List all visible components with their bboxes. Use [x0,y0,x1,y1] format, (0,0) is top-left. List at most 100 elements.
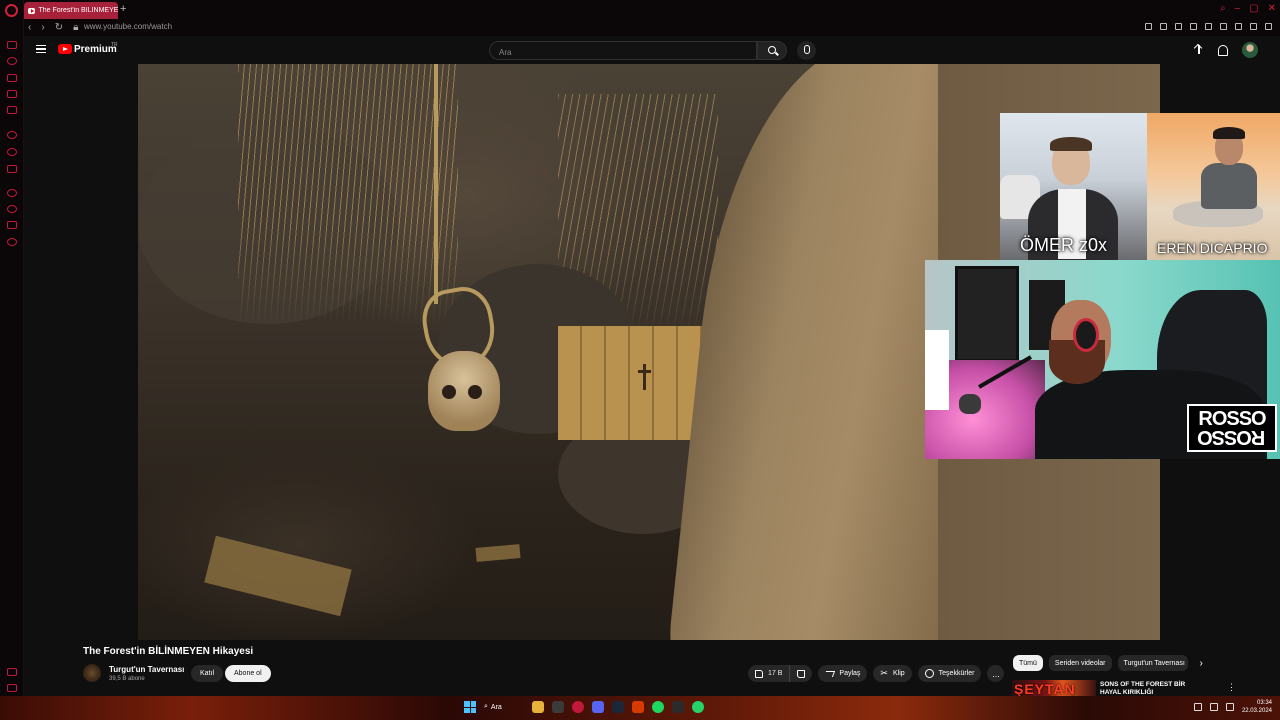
subscribe-button[interactable]: Abone ol [225,665,271,682]
minimize-icon[interactable]: – [1235,3,1241,14]
chevron-right-icon[interactable]: › [1200,658,1203,669]
lock-icon[interactable]: 🔒︎ [73,22,78,33]
download-icon[interactable] [1250,23,1257,30]
heart-icon[interactable] [7,221,17,229]
reload-icon[interactable]: ↻ [55,22,63,33]
history-icon[interactable] [7,148,17,156]
chip-series[interactable]: Seriden videolar [1048,655,1112,671]
windows-start-icon[interactable] [464,701,476,713]
more-actions-button[interactable]: ... [987,665,1005,682]
recommended-video[interactable]: ŞEYTAN SONS OF THE FOREST BİR HAYAL KIRI… [1012,680,1280,696]
steam-icon[interactable] [612,701,624,713]
opera-icon[interactable] [572,701,584,713]
voice-search-icon[interactable] [797,41,816,60]
new-tab-button[interactable]: + [120,3,126,15]
search-input[interactable] [490,44,756,61]
webcam-omer: ÖMER z0x [1000,113,1147,260]
notifications-icon[interactable] [1218,44,1228,56]
messenger-icon[interactable] [7,41,17,49]
app-icon[interactable] [672,701,684,713]
extensions-icon[interactable] [1220,23,1227,30]
microphone [959,394,981,414]
whatsapp-icon[interactable] [7,57,17,65]
search-button[interactable] [757,41,787,60]
office-icon[interactable] [632,701,644,713]
whatsapp-icon[interactable] [692,701,704,713]
logo-text-bottom: ROSSO [1198,426,1266,448]
tray-chevron-icon[interactable] [1193,703,1202,711]
url-field[interactable]: www.youtube.com/watch [84,22,172,31]
discord-icon[interactable] [592,701,604,713]
action-bar: 17 B Paylaş ✂ Klip Teşekkürler ... [748,665,1005,682]
menu-icon[interactable] [36,45,46,53]
scene-roots [238,64,458,324]
youtube-logo-icon[interactable] [58,44,72,54]
share-button[interactable]: Paylaş [818,665,868,682]
tab-youtube[interactable]: The Forest'in BİLİNMEYEN [24,2,118,19]
back-icon[interactable]: ‹ [28,22,31,33]
scene-paper [475,544,521,562]
more-vert-icon[interactable]: ⋮ [1227,682,1236,693]
channel-avatar[interactable] [83,664,101,682]
clock[interactable]: 03:34 22.03.2024 [1242,699,1272,715]
share-label: Paylaş [839,670,861,677]
settings-icon[interactable] [7,238,17,246]
thanks-button[interactable]: Teşekkürler [917,665,982,682]
clock-time: 03:34 [1256,700,1272,706]
play-icon[interactable] [1190,23,1197,30]
recommended-title[interactable]: SONS OF THE FOREST BİR HAYAL KIRIKLIĞI [1100,681,1200,697]
forward-icon[interactable]: › [41,22,44,33]
youtube-favicon-icon [28,7,36,14]
clock-icon[interactable] [7,205,17,213]
headset [1073,318,1099,352]
menu-icon[interactable] [1265,23,1272,30]
like-count: 17 B [768,670,783,677]
dislike-button[interactable] [790,665,812,682]
bookmark-icon[interactable] [1145,23,1152,30]
video-title: The Forest'in BİLİNMEYEN Hikayesi [83,646,254,657]
chip-all[interactable]: Tümü [1013,655,1043,671]
person-hair [1050,137,1092,151]
join-button[interactable]: Katıl [191,665,224,682]
twitter-icon[interactable] [7,90,17,98]
sidebar-settings-icon[interactable] [7,684,17,692]
more-icon: ... [992,668,1000,679]
thanks-icon [924,669,934,678]
downloads-icon[interactable] [7,189,17,197]
chip-channel[interactable]: Turgut'un Tavernası [1117,655,1188,671]
like-button[interactable]: 17 B [748,665,791,682]
wallet-icon[interactable] [1235,23,1242,30]
taskbar-search-label: Ara [490,703,502,711]
search-box [489,41,757,61]
extensions-icon[interactable] [7,165,17,173]
instagram-icon[interactable] [7,74,17,82]
channel-name[interactable]: Turgut'un Tavernası [109,665,184,674]
close-icon[interactable]: ✕ [1268,3,1276,14]
app-icon[interactable] [552,701,564,713]
heart-icon[interactable] [1205,23,1212,30]
person-hair [1213,127,1245,139]
screenshot-icon[interactable] [1160,23,1167,30]
tab-bar: The Forest'in BİLİNMEYEN + ⌕ – ▢ ✕ [24,0,1280,20]
recommended-thumbnail[interactable]: ŞEYTAN [1012,680,1096,696]
spotify-icon[interactable] [652,701,664,713]
webcam-name-label: EREN DICAPRIO [1157,240,1268,256]
tiktok-icon[interactable] [7,106,17,114]
file-explorer-icon[interactable] [532,701,544,713]
player-icon[interactable] [7,131,17,139]
taskbar-search[interactable]: ⌕ Ara [484,703,524,711]
scene-rope [434,64,438,304]
upload-icon[interactable] [1194,44,1204,56]
volume-icon[interactable] [1225,703,1234,711]
maximize-icon[interactable]: ▢ [1249,3,1258,14]
search-tabs-icon[interactable]: ⌕ [1220,3,1226,14]
person-body [1201,163,1257,209]
opera-logo-icon[interactable] [5,4,18,17]
opera-sidebar [0,0,24,696]
vpn-icon[interactable] [1175,23,1182,30]
video-info: The Forest'in BİLİNMEYEN Hikayesi Turgut… [24,640,1280,696]
clip-button[interactable]: ✂ Klip [873,665,912,682]
wifi-icon[interactable] [1209,703,1218,711]
sidebar-more-icon[interactable] [7,668,17,676]
avatar[interactable] [1242,42,1258,58]
